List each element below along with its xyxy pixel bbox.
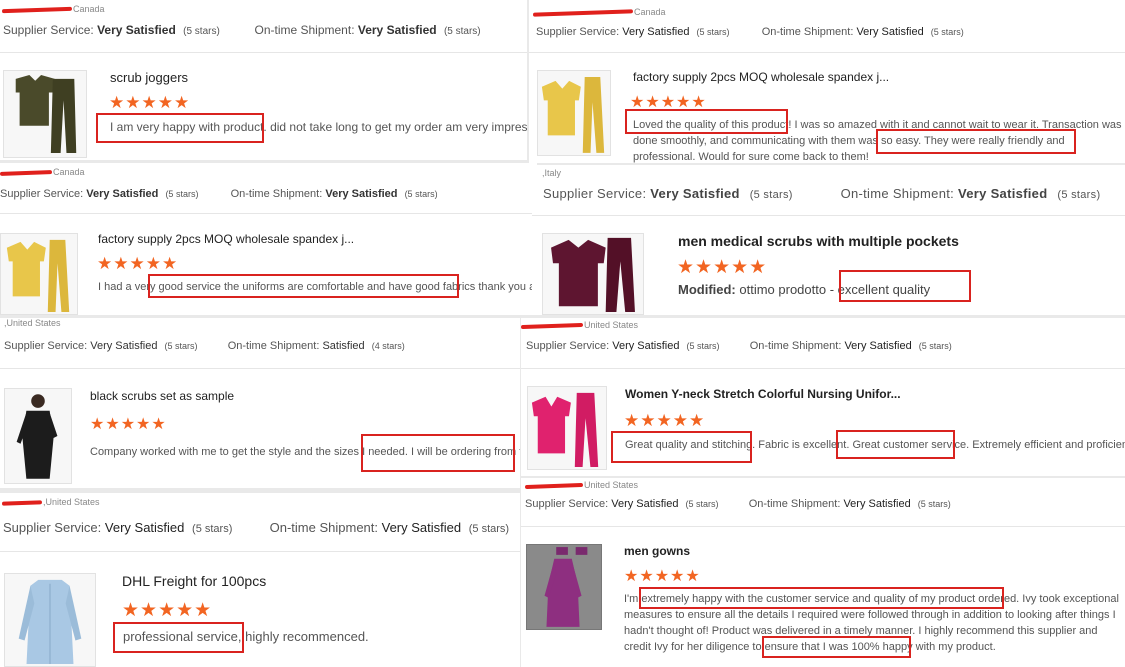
pink-scrub-set-image — [531, 392, 599, 467]
divider — [521, 368, 1125, 369]
reviewer-location: United States — [521, 320, 638, 330]
review-text: professional service, highly recommenced… — [123, 629, 369, 644]
product-title[interactable]: men medical scrubs with multiple pockets — [678, 233, 959, 249]
redacted-name — [1, 499, 43, 506]
highlighted-phrase: Great quality and stitching. — [625, 439, 756, 451]
review-card: Canada Supplier Service: Very Satisfied … — [0, 0, 527, 160]
product-title[interactable]: factory supply 2pcs MOQ wholesale spande… — [98, 232, 354, 246]
review-card: Canada Supplier Service: Very Satisfied … — [529, 0, 1125, 163]
reviewer-location: ,Italy — [542, 168, 562, 178]
reviewer-location: Canada — [532, 7, 666, 17]
review-card: United States Supplier Service: Very Sat… — [521, 478, 1125, 667]
product-image[interactable] — [4, 573, 96, 667]
rating-stars: ★★★★★ — [624, 568, 701, 585]
review-text: Great quality and stitching. Fabric is e… — [625, 439, 1125, 451]
highlighted-phrase: extremely happy with the customer servic… — [641, 593, 1020, 605]
blue-lab-coat-image — [18, 579, 82, 665]
product-image[interactable] — [527, 386, 607, 470]
service-ratings: Supplier Service: Very Satisfied (5 star… — [543, 186, 1101, 201]
review-card: ,United States Supplier Service: Very Sa… — [0, 318, 520, 488]
highlighted-phrase: Loved the quality of this product! — [633, 119, 792, 131]
rating-stars: ★★★★★ — [624, 411, 706, 430]
product-title[interactable]: black scrubs set as sample — [90, 389, 234, 403]
reviewer-location: ,United States — [4, 318, 61, 328]
service-ratings: Supplier Service: Very Satisfied (5 star… — [4, 340, 405, 352]
review-text: I am very happy with product. did not ta… — [110, 120, 527, 134]
yellow-scrub-set-image — [541, 77, 605, 153]
review-text: Modified: ottimo prodotto - excellent qu… — [678, 282, 931, 297]
rating-stars: ★★★★★ — [109, 93, 191, 112]
highlighted-phrase: professional service, — [123, 629, 242, 644]
highlighted-phrase: I am very happy with product. — [110, 120, 267, 134]
highlighted-phrase: good service the uniforms are comfortabl… — [158, 281, 476, 293]
redacted-name — [521, 322, 584, 329]
service-ratings: Supplier Service: Very Satisfied (5 star… — [0, 188, 438, 200]
review-text: I had a very good service the uniforms a… — [98, 281, 537, 293]
reviewer-location: ,United States — [1, 497, 100, 507]
review-text: I'm extremely happy with the customer se… — [624, 593, 1119, 653]
review-card: ,Italy Supplier Service: Very Satisfied … — [532, 165, 1125, 315]
product-image[interactable] — [4, 388, 72, 484]
purple-gown-image — [544, 547, 588, 627]
product-title[interactable]: Women Y-neck Stretch Colorful Nursing Un… — [625, 387, 901, 401]
redacted-name — [524, 482, 584, 489]
product-image[interactable] — [3, 70, 87, 158]
olive-scrub-set-image — [15, 74, 77, 154]
highlighted-phrase: I will be ordering from them again. — [411, 446, 520, 458]
divider — [0, 213, 537, 214]
redacted-name — [1, 6, 73, 13]
yellow-scrub-set-image — [6, 239, 70, 312]
redacted-name — [532, 8, 634, 17]
service-ratings: Supplier Service: Very Satisfied (5 star… — [536, 26, 964, 38]
review-text: Company worked with me to get the style … — [90, 444, 520, 460]
divider — [532, 215, 1125, 216]
product-title[interactable]: scrub joggers — [110, 70, 188, 85]
divider — [521, 526, 1125, 527]
highlighted-phrase: Great customer service. — [852, 439, 970, 451]
divider — [529, 52, 1125, 53]
product-image[interactable] — [537, 70, 611, 156]
reviewer-location: United States — [524, 480, 638, 490]
divider — [0, 368, 520, 369]
service-ratings: Supplier Service: Very Satisfied (5 star… — [525, 498, 951, 510]
product-title[interactable]: men gowns — [624, 544, 690, 558]
review-card: ,United States Supplier Service: Very Sa… — [0, 493, 520, 667]
burgundy-scrub-set-image — [551, 237, 635, 313]
rating-stars: ★★★★★ — [122, 600, 213, 621]
product-image[interactable] — [0, 233, 78, 315]
rating-stars: ★★★★★ — [90, 416, 167, 433]
product-title[interactable]: factory supply 2pcs MOQ wholesale spande… — [633, 70, 889, 84]
review-text: Loved the quality of this product! I was… — [633, 119, 1122, 163]
highlighted-phrase: - excellent quality — [829, 282, 931, 297]
divider — [0, 551, 520, 552]
rating-stars: ★★★★★ — [677, 257, 768, 278]
rating-stars: ★★★★★ — [630, 94, 707, 111]
service-ratings: Supplier Service: Very Satisfied (5 star… — [3, 520, 510, 535]
review-card: Canada Supplier Service: Very Satisfied … — [0, 163, 537, 315]
rating-stars: ★★★★★ — [97, 254, 179, 273]
product-image[interactable] — [542, 233, 644, 315]
black-scrub-coat-image — [16, 394, 58, 479]
service-ratings: Supplier Service: Very Satisfied (5 star… — [526, 340, 952, 352]
divider — [0, 52, 527, 53]
redacted-name — [0, 169, 53, 176]
product-title[interactable]: DHL Freight for 100pcs — [122, 573, 266, 589]
product-image[interactable] — [526, 544, 602, 630]
reviewer-location: Canada — [0, 167, 85, 177]
reviewer-location: Canada — [1, 4, 105, 14]
service-ratings: Supplier Service: Very Satisfied (5 star… — [3, 23, 481, 37]
review-card: United States Supplier Service: Very Sat… — [521, 318, 1125, 476]
modified-label: Modified: — [678, 282, 736, 297]
highlighted-phrase: 100% happy with my product. — [851, 641, 996, 653]
